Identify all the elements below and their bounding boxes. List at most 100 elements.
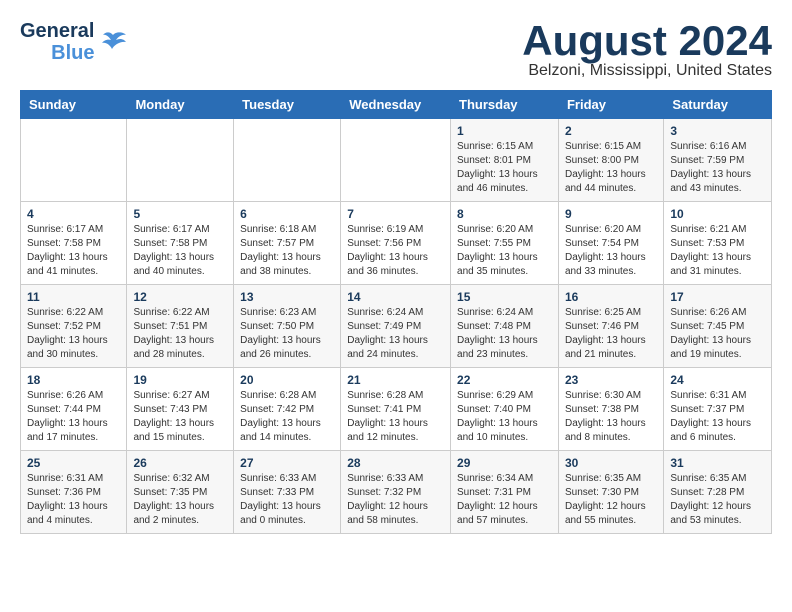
calendar-cell: 28 Sunrise: 6:33 AM Sunset: 7:32 PM Dayli… [341, 451, 451, 534]
day-info: Sunrise: 6:17 AM Sunset: 7:58 PM Dayligh… [27, 223, 120, 279]
day-number: 22 [457, 373, 552, 387]
day-info: Sunrise: 6:33 AM Sunset: 7:32 PM Dayligh… [347, 472, 444, 528]
header-row: SundayMondayTuesdayWednesdayThursdayFrid… [21, 91, 772, 119]
month-title: August 2024 [522, 20, 772, 62]
calendar-cell: 2 Sunrise: 6:15 AM Sunset: 8:00 PM Daylig… [558, 119, 663, 202]
day-number: 11 [27, 290, 120, 304]
day-number: 16 [565, 290, 657, 304]
header-day: Thursday [451, 91, 559, 119]
calendar-cell: 4 Sunrise: 6:17 AM Sunset: 7:58 PM Daylig… [21, 202, 127, 285]
day-number: 7 [347, 207, 444, 221]
day-number: 8 [457, 207, 552, 221]
day-number: 25 [27, 456, 120, 470]
day-number: 19 [133, 373, 227, 387]
calendar-cell: 13 Sunrise: 6:23 AM Sunset: 7:50 PM Dayli… [234, 285, 341, 368]
day-info: Sunrise: 6:24 AM Sunset: 7:48 PM Dayligh… [457, 306, 552, 362]
calendar-cell: 14 Sunrise: 6:24 AM Sunset: 7:49 PM Dayli… [341, 285, 451, 368]
day-info: Sunrise: 6:18 AM Sunset: 7:57 PM Dayligh… [240, 223, 334, 279]
calendar-cell [21, 119, 127, 202]
day-number: 24 [670, 373, 765, 387]
day-info: Sunrise: 6:31 AM Sunset: 7:37 PM Dayligh… [670, 389, 765, 445]
day-number: 3 [670, 124, 765, 138]
logo-bird-icon [98, 27, 128, 57]
calendar-cell: 16Sunrise: 6:25 AM Sunset: 7:46 PM Dayli… [558, 285, 663, 368]
day-info: Sunrise: 6:34 AM Sunset: 7:31 PM Dayligh… [457, 472, 552, 528]
day-number: 17 [670, 290, 765, 304]
header-day: Tuesday [234, 91, 341, 119]
calendar-cell: 10 Sunrise: 6:21 AM Sunset: 7:53 PM Dayli… [664, 202, 772, 285]
calendar-cell [127, 119, 234, 202]
day-info: Sunrise: 6:35 AM Sunset: 7:30 PM Dayligh… [565, 472, 657, 528]
calendar-cell: 22 Sunrise: 6:29 AM Sunset: 7:40 PM Dayli… [451, 368, 559, 451]
calendar-cell: 17 Sunrise: 6:26 AM Sunset: 7:45 PM Dayli… [664, 285, 772, 368]
logo-line1: General [20, 20, 94, 42]
calendar-cell: 31Sunrise: 6:35 AM Sunset: 7:28 PM Dayli… [664, 451, 772, 534]
day-info: Sunrise: 6:23 AM Sunset: 7:50 PM Dayligh… [240, 306, 334, 362]
day-number: 9 [565, 207, 657, 221]
calendar-cell: 21 Sunrise: 6:28 AM Sunset: 7:41 PM Dayli… [341, 368, 451, 451]
day-info: Sunrise: 6:22 AM Sunset: 7:52 PM Dayligh… [27, 306, 120, 362]
calendar-cell: 1Sunrise: 6:15 AM Sunset: 8:01 PM Daylig… [451, 119, 559, 202]
day-info: Sunrise: 6:28 AM Sunset: 7:42 PM Dayligh… [240, 389, 334, 445]
day-number: 4 [27, 207, 120, 221]
calendar-week-row: 18Sunrise: 6:26 AM Sunset: 7:44 PM Dayli… [21, 368, 772, 451]
calendar-cell: 30 Sunrise: 6:35 AM Sunset: 7:30 PM Dayli… [558, 451, 663, 534]
day-info: Sunrise: 6:20 AM Sunset: 7:55 PM Dayligh… [457, 223, 552, 279]
calendar-week-row: 1Sunrise: 6:15 AM Sunset: 8:01 PM Daylig… [21, 119, 772, 202]
header-day: Saturday [664, 91, 772, 119]
title-block: August 2024 Belzoni, Mississippi, United… [522, 20, 772, 80]
day-number: 10 [670, 207, 765, 221]
day-info: Sunrise: 6:20 AM Sunset: 7:54 PM Dayligh… [565, 223, 657, 279]
day-info: Sunrise: 6:15 AM Sunset: 8:00 PM Dayligh… [565, 140, 657, 196]
day-number: 2 [565, 124, 657, 138]
day-number: 20 [240, 373, 334, 387]
header-day: Wednesday [341, 91, 451, 119]
calendar-cell: 6 Sunrise: 6:18 AM Sunset: 7:57 PM Daylig… [234, 202, 341, 285]
day-number: 26 [133, 456, 227, 470]
calendar-cell: 5 Sunrise: 6:17 AM Sunset: 7:58 PM Daylig… [127, 202, 234, 285]
day-number: 14 [347, 290, 444, 304]
calendar-cell: 19 Sunrise: 6:27 AM Sunset: 7:43 PM Dayli… [127, 368, 234, 451]
calendar-cell: 27Sunrise: 6:33 AM Sunset: 7:33 PM Dayli… [234, 451, 341, 534]
logo-line2: Blue [51, 42, 94, 64]
calendar-cell [341, 119, 451, 202]
day-info: Sunrise: 6:22 AM Sunset: 7:51 PM Dayligh… [133, 306, 227, 362]
calendar-table: SundayMondayTuesdayWednesdayThursdayFrid… [20, 90, 772, 534]
logo: General Blue [20, 20, 128, 64]
day-number: 23 [565, 373, 657, 387]
calendar-week-row: 4 Sunrise: 6:17 AM Sunset: 7:58 PM Daylig… [21, 202, 772, 285]
day-number: 1 [457, 124, 552, 138]
day-info: Sunrise: 6:26 AM Sunset: 7:45 PM Dayligh… [670, 306, 765, 362]
day-number: 13 [240, 290, 334, 304]
calendar-cell: 11 Sunrise: 6:22 AM Sunset: 7:52 PM Dayli… [21, 285, 127, 368]
day-info: Sunrise: 6:29 AM Sunset: 7:40 PM Dayligh… [457, 389, 552, 445]
day-number: 31 [670, 456, 765, 470]
day-info: Sunrise: 6:17 AM Sunset: 7:58 PM Dayligh… [133, 223, 227, 279]
day-number: 12 [133, 290, 227, 304]
calendar-cell: 23Sunrise: 6:30 AM Sunset: 7:38 PM Dayli… [558, 368, 663, 451]
calendar-cell: 20 Sunrise: 6:28 AM Sunset: 7:42 PM Dayli… [234, 368, 341, 451]
day-number: 30 [565, 456, 657, 470]
day-info: Sunrise: 6:21 AM Sunset: 7:53 PM Dayligh… [670, 223, 765, 279]
day-info: Sunrise: 6:16 AM Sunset: 7:59 PM Dayligh… [670, 140, 765, 196]
day-info: Sunrise: 6:33 AM Sunset: 7:33 PM Dayligh… [240, 472, 334, 528]
calendar-cell: 15Sunrise: 6:24 AM Sunset: 7:48 PM Dayli… [451, 285, 559, 368]
day-info: Sunrise: 6:19 AM Sunset: 7:56 PM Dayligh… [347, 223, 444, 279]
day-number: 21 [347, 373, 444, 387]
calendar-cell: 25Sunrise: 6:31 AM Sunset: 7:36 PM Dayli… [21, 451, 127, 534]
calendar-cell: 12 Sunrise: 6:22 AM Sunset: 7:51 PM Dayli… [127, 285, 234, 368]
header-day: Friday [558, 91, 663, 119]
day-number: 29 [457, 456, 552, 470]
day-info: Sunrise: 6:28 AM Sunset: 7:41 PM Dayligh… [347, 389, 444, 445]
calendar-cell: 8 Sunrise: 6:20 AM Sunset: 7:55 PM Daylig… [451, 202, 559, 285]
day-info: Sunrise: 6:32 AM Sunset: 7:35 PM Dayligh… [133, 472, 227, 528]
calendar-cell: 3 Sunrise: 6:16 AM Sunset: 7:59 PM Daylig… [664, 119, 772, 202]
day-number: 28 [347, 456, 444, 470]
calendar-cell: 7 Sunrise: 6:19 AM Sunset: 7:56 PM Daylig… [341, 202, 451, 285]
page-header: General Blue August 2024 Belzoni, Missis… [20, 20, 772, 80]
day-info: Sunrise: 6:27 AM Sunset: 7:43 PM Dayligh… [133, 389, 227, 445]
day-number: 6 [240, 207, 334, 221]
location: Belzoni, Mississippi, United States [522, 62, 772, 80]
day-info: Sunrise: 6:24 AM Sunset: 7:49 PM Dayligh… [347, 306, 444, 362]
day-number: 5 [133, 207, 227, 221]
